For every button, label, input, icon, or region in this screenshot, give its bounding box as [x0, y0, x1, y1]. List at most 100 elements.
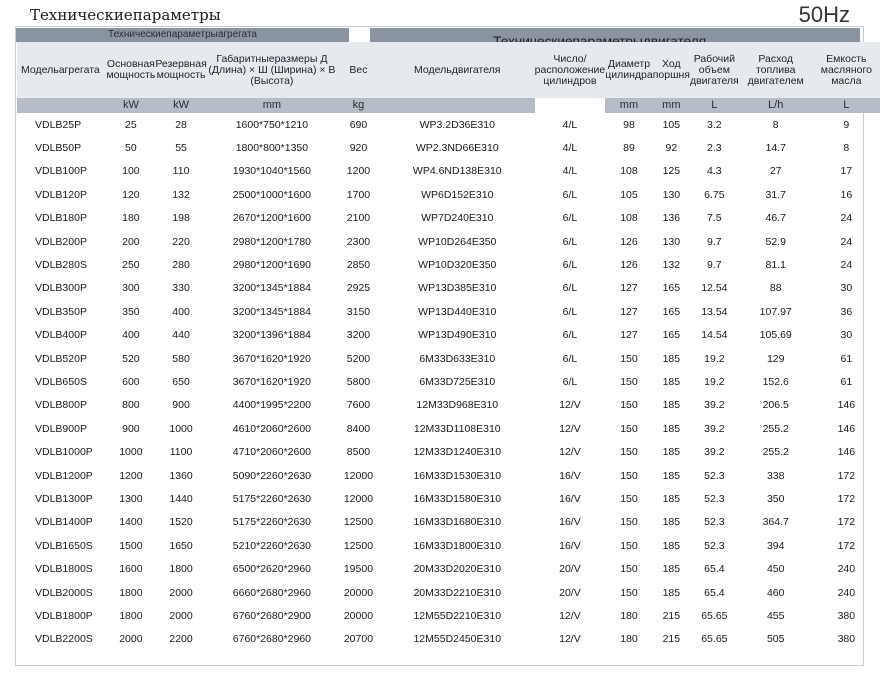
cell-bore: 127 — [620, 282, 638, 295]
unit-cylinders — [534, 98, 606, 113]
cell-stroke: 215 — [662, 609, 681, 622]
cell-displacement: 2.3 — [707, 142, 722, 155]
table-row: VDLB1800P 1800 2000 6760*2680*2900 20000 12M5… — [17, 604, 880, 627]
cell-prime-power: 250 — [122, 259, 140, 272]
cell-fuel-consumption: 107.97 — [759, 305, 792, 318]
cell-displacement: 13.54 — [701, 305, 728, 318]
header-weight: Вес — [337, 42, 380, 98]
cell-oil-capacity: 146 — [837, 399, 856, 412]
cell-weight: 5800 — [346, 375, 371, 388]
header-row: Модельагрегата Основная мощность Резервн… — [17, 42, 880, 98]
cell-genset-model: VDLB350P — [35, 305, 87, 318]
cell-weight: 1700 — [346, 188, 371, 201]
cell-bore: 180 — [620, 633, 638, 646]
table-row: VDLB1300P 1300 1440 5175*2260*2630 12000 16M3… — [17, 487, 880, 510]
unit-weight: kg — [337, 98, 380, 113]
table-row: VDLB300P 300 330 3200*1345*1884 2925 WP13D385… — [17, 277, 880, 300]
table-row: VDLB650S 600 650 3670*1620*1920 5800 6M33D725… — [17, 370, 880, 393]
cell-dimensions: 5210*2260*2630 — [232, 539, 312, 552]
cell-engine-model: WP6D152E310 — [421, 188, 494, 201]
cell-bore: 150 — [620, 352, 638, 365]
cell-cylinders: 6/L — [562, 352, 578, 365]
unit-row: kW kW mm kg mm mm L L/h L — [17, 98, 880, 113]
cell-engine-model: WP2.3ND66E310 — [415, 142, 499, 155]
table-row: VDLB900P 900 1000 4610*2060*2600 8400 12M33D1… — [17, 417, 880, 440]
cell-engine-model: WP13D490E310 — [418, 329, 497, 342]
cell-engine-model: WP3.2D36E310 — [419, 118, 495, 131]
header-dimensions: Габаритныеразмеры Д (Длина) × Ш (Ширина)… — [206, 42, 338, 98]
cell-weight: 3200 — [346, 329, 371, 342]
cell-cylinders: 6/L — [562, 259, 578, 272]
cell-engine-model: WP4.6ND138E310 — [412, 165, 502, 178]
cell-oil-capacity: 16 — [840, 188, 853, 201]
unit-fuel-consumption: L/h — [738, 98, 813, 113]
cell-dimensions: 3670*1620*1920 — [232, 375, 312, 388]
cell-cylinders: 12/V — [559, 609, 581, 622]
cell-prime-power: 600 — [122, 375, 140, 388]
cell-dimensions: 1800*800*1350 — [235, 142, 309, 155]
cell-displacement: 6.75 — [704, 188, 725, 201]
cell-genset-model: VDLB2200S — [35, 633, 93, 646]
cell-displacement: 52.3 — [704, 492, 725, 505]
table-row: VDLB350P 350 400 3200*1345*1884 3150 WP13D440… — [17, 300, 880, 323]
cell-cylinders: 4/L — [562, 118, 578, 131]
header-model: Модельагрегата — [17, 42, 107, 98]
cell-displacement: 39.2 — [704, 399, 725, 412]
cell-prime-power: 2000 — [119, 633, 143, 646]
cell-prime-power: 180 — [122, 212, 140, 225]
unit-oil-capacity: L — [812, 98, 880, 113]
header-standby-power: Резервная мощность — [155, 42, 207, 98]
cell-fuel-consumption: 31.7 — [765, 188, 786, 201]
cell-genset-model: VDLB1800S — [35, 563, 93, 576]
cell-genset-model: VDLB1000P — [35, 446, 93, 459]
cell-prime-power: 1800 — [119, 609, 143, 622]
cell-engine-model: 16M33D1530E310 — [413, 469, 502, 482]
table-row: VDLB200P 200 220 2980*1200*1780 2300 WP10D264… — [17, 230, 880, 253]
genset-section-title: Техническиепараметрыагрегата — [108, 29, 257, 40]
cell-bore: 98 — [623, 118, 635, 131]
cell-weight: 2100 — [346, 212, 371, 225]
cell-standby-power: 580 — [172, 352, 190, 365]
table-row: VDLB25P 25 28 1600*750*1210 690 WP3.2D36E310 4… — [17, 113, 880, 136]
cell-prime-power: 520 — [122, 352, 140, 365]
unit-dimensions: mm — [206, 98, 338, 113]
table-row: VDLB2200S 2000 2200 6760*2680*2960 20700 12M5… — [17, 628, 880, 651]
cell-stroke: 165 — [662, 282, 681, 295]
cell-oil-capacity: 172 — [837, 469, 856, 482]
cell-engine-model: 20M33D2020E310 — [413, 563, 502, 576]
cell-fuel-consumption: 81.1 — [765, 259, 786, 272]
cell-displacement: 39.2 — [704, 446, 725, 459]
cell-displacement: 65.65 — [701, 633, 728, 646]
cell-prime-power: 400 — [122, 329, 140, 342]
cell-oil-capacity: 240 — [837, 563, 856, 576]
cell-standby-power: 1000 — [169, 422, 193, 435]
cell-standby-power: 28 — [175, 118, 187, 131]
cell-cylinders: 12/V — [559, 422, 581, 435]
cell-fuel-consumption: 88 — [769, 282, 782, 295]
cell-dimensions: 4400*1995*2200 — [232, 399, 312, 412]
unit-displacement: L — [689, 98, 739, 113]
cell-fuel-consumption: 460 — [766, 586, 785, 599]
cell-dimensions: 4610*2060*2600 — [232, 422, 312, 435]
cell-stroke: 185 — [662, 375, 681, 388]
cell-standby-power: 198 — [172, 212, 190, 225]
cell-cylinders: 16/V — [559, 539, 581, 552]
cell-standby-power: 1440 — [169, 492, 193, 505]
table-row: VDLB100P 100 110 1930*1040*1560 1200 WP4.6ND1… — [17, 160, 880, 183]
cell-genset-model: VDLB900P — [35, 422, 87, 435]
cell-oil-capacity: 30 — [840, 329, 853, 342]
cell-engine-model: WP10D320E350 — [418, 259, 497, 272]
cell-oil-capacity: 61 — [840, 352, 853, 365]
cell-oil-capacity: 30 — [840, 282, 853, 295]
cell-fuel-consumption: 450 — [766, 563, 785, 576]
cell-stroke: 105 — [662, 118, 681, 131]
cell-weight: 7600 — [346, 399, 371, 412]
cell-fuel-consumption: 27 — [769, 165, 782, 178]
cell-prime-power: 200 — [122, 235, 140, 248]
cell-engine-model: 6M33D725E310 — [419, 375, 496, 388]
cell-standby-power: 400 — [172, 305, 190, 318]
cell-stroke: 185 — [662, 352, 681, 365]
cell-weight: 12000 — [343, 469, 374, 482]
cell-prime-power: 900 — [122, 422, 140, 435]
cell-weight: 8400 — [346, 422, 371, 435]
